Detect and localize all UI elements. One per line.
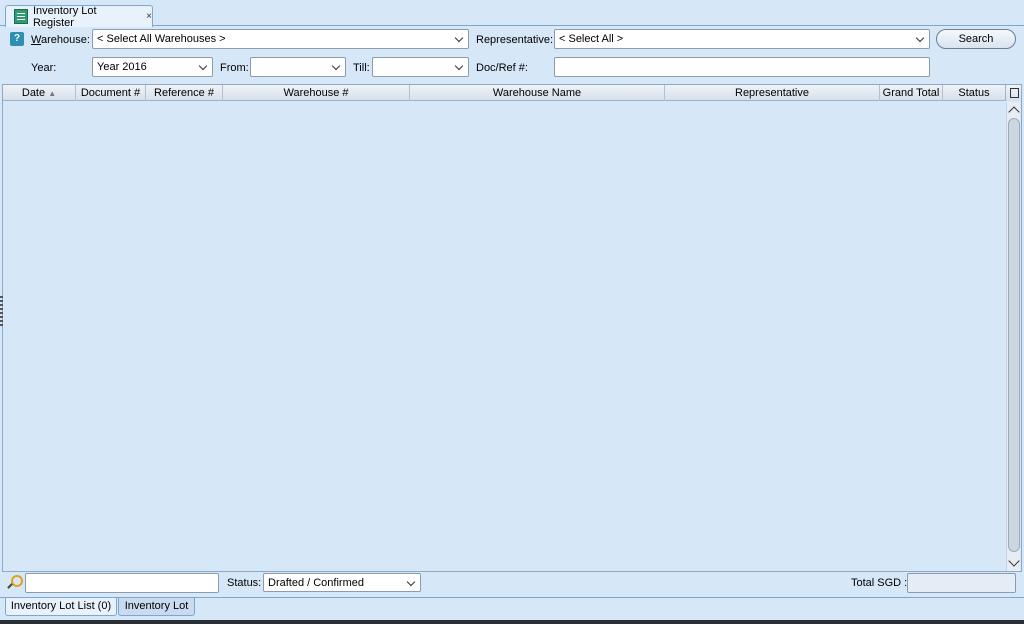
status-select[interactable]: Drafted / Confirmed	[263, 573, 421, 592]
find-icon[interactable]	[6, 575, 23, 590]
column-header-grand-total[interactable]: Grand Total	[880, 85, 943, 101]
inventory-lot-register-tab[interactable]: Inventory Lot Register ×	[5, 4, 153, 29]
total-sgd-field	[907, 573, 1016, 593]
column-header-date[interactable]: Date ▲	[3, 85, 76, 101]
scrollbar-thumb[interactable]	[1008, 118, 1020, 552]
side-resize-handle[interactable]	[0, 296, 3, 326]
column-chooser-icon[interactable]	[1005, 85, 1021, 101]
till-label: Till:	[353, 62, 370, 74]
column-header-document[interactable]: Document #	[76, 85, 146, 101]
status-label: Status:	[227, 577, 262, 589]
representative-select[interactable]: < Select All >	[554, 29, 930, 49]
column-header-representative[interactable]: Representative	[665, 85, 880, 101]
results-grid: Date ▲ Document # Reference # Warehouse …	[2, 84, 1022, 572]
tab-inventory-lot[interactable]: Inventory Lot	[118, 598, 195, 616]
status-select-value: Drafted / Confirmed	[268, 576, 364, 589]
chevron-down-icon	[456, 63, 464, 71]
column-header-status[interactable]: Status	[943, 85, 1006, 101]
close-icon[interactable]: ×	[146, 11, 152, 22]
chevron-down-icon	[456, 35, 464, 43]
warehouse-select-value: < Select All Warehouses >	[97, 33, 226, 45]
column-header-reference[interactable]: Reference #	[146, 85, 223, 101]
vertical-scrollbar[interactable]	[1006, 102, 1020, 571]
tab-title: Inventory Lot Register	[32, 4, 97, 29]
scroll-up-icon[interactable]	[1008, 106, 1020, 118]
representative-select-value: < Select All >	[559, 33, 624, 45]
year-select-value: Year 2016	[97, 61, 147, 73]
sort-ascending-icon: ▲	[48, 89, 57, 98]
docref-input[interactable]	[554, 57, 930, 77]
chevron-down-icon	[408, 579, 416, 587]
search-button[interactable]: Search	[936, 29, 1016, 49]
column-header-warehouse-name[interactable]: Warehouse Name	[410, 85, 665, 101]
total-sgd-label: Total SGD :	[851, 577, 908, 589]
chevron-down-icon	[917, 35, 925, 43]
docref-label: Doc/Ref #:	[476, 62, 528, 74]
scroll-down-icon[interactable]	[1008, 555, 1020, 567]
year-select[interactable]: Year 2016	[92, 57, 213, 77]
warehouse-select[interactable]: < Select All Warehouses >	[92, 29, 469, 49]
tab-inventory-lot-list[interactable]: Inventory Lot List (0)	[5, 598, 117, 616]
warehouse-label: Warehouse:	[31, 34, 90, 46]
taskbar-edge	[0, 620, 1024, 624]
document-tab-strip	[0, 0, 1024, 26]
from-label: From:	[220, 62, 249, 74]
chevron-down-icon	[333, 63, 341, 71]
representative-label: Representative:	[476, 34, 554, 46]
from-date-select[interactable]	[250, 57, 346, 77]
year-label: Year:	[31, 62, 57, 74]
chevron-down-icon	[200, 63, 208, 71]
grid-header: Date ▲ Document # Reference # Warehouse …	[3, 85, 1006, 101]
help-icon[interactable]: ?	[10, 32, 24, 46]
find-input[interactable]	[25, 573, 219, 593]
column-header-warehouse-number[interactable]: Warehouse #	[223, 85, 410, 101]
till-date-select[interactable]	[372, 57, 469, 77]
register-icon	[14, 9, 28, 24]
